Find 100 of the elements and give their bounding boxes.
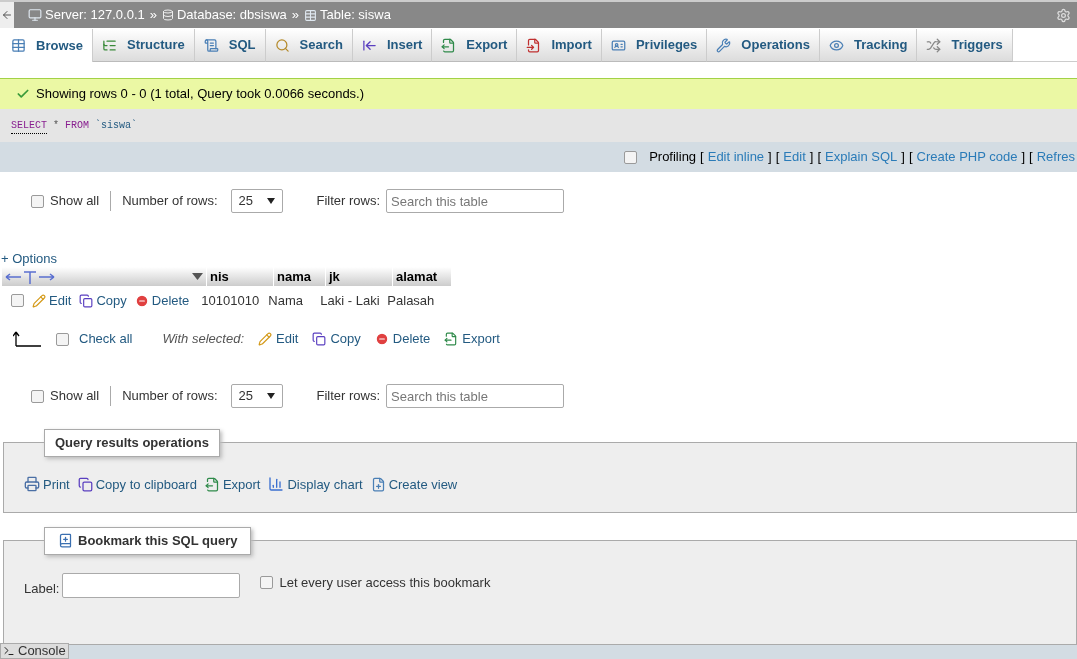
copy-icon xyxy=(312,332,327,346)
bulk-action-link[interactable]: Export xyxy=(444,329,500,349)
table-cell-text: Laki - Laki xyxy=(319,291,381,310)
checkbox[interactable] xyxy=(260,575,274,589)
checkbox[interactable] xyxy=(11,294,24,307)
row-action-link[interactable]: Edit xyxy=(32,290,72,311)
query-link[interactable]: Edit inline xyxy=(707,147,765,167)
server-icon xyxy=(28,8,42,22)
minus-circle-icon xyxy=(134,293,149,308)
table-icon xyxy=(11,38,26,53)
profiling-label: Profiling xyxy=(649,148,697,167)
column-header[interactable]: alamat xyxy=(393,267,451,286)
table-icon xyxy=(304,8,318,22)
bracket: ] xyxy=(809,148,814,167)
row-action-link[interactable]: Copy xyxy=(79,290,127,311)
bulk-action-link[interactable]: Edit xyxy=(258,329,299,349)
tab[interactable]: Operations xyxy=(707,29,820,62)
export-icon xyxy=(204,476,220,492)
operation-link[interactable]: Print xyxy=(24,474,70,494)
rows-select[interactable]: 25 xyxy=(230,189,283,213)
table-cell-text: 10101010 xyxy=(200,291,261,310)
tab[interactable]: Search xyxy=(265,29,353,62)
tab[interactable]: Import xyxy=(517,29,602,62)
status-message: Showing rows 0 - 0 (1 total, Query took 0.0066 seconds.) xyxy=(36,85,365,104)
filter-label: Filter rows: xyxy=(316,192,381,211)
back-button[interactable] xyxy=(0,2,14,28)
bulk-action-link[interactable]: Delete xyxy=(374,329,431,349)
query-link[interactable]: Explain SQL xyxy=(825,147,898,167)
checkbox-label: Show all xyxy=(50,387,100,406)
bracket: [ xyxy=(817,148,821,167)
column-header[interactable]: nis xyxy=(207,267,273,286)
wrench-icon xyxy=(716,37,732,53)
tab[interactable]: Tracking xyxy=(819,29,918,62)
checkbox[interactable] xyxy=(56,332,69,346)
filter-field[interactable]: Search this table xyxy=(386,189,565,213)
scroll-icon xyxy=(203,37,219,53)
shuffle-icon xyxy=(926,37,942,53)
breadcrumb-link[interactable]: Server: 127.0.0.1 xyxy=(45,5,145,25)
bracket: ] xyxy=(768,148,772,167)
sql-token: FROM xyxy=(65,119,90,133)
column-header[interactable]: nama xyxy=(274,267,325,286)
column-header[interactable]: jk xyxy=(326,267,392,286)
minus-circle-icon xyxy=(374,332,389,346)
operation-link[interactable]: Display chart xyxy=(268,474,363,494)
tab[interactable]: Insert xyxy=(352,29,433,62)
sql-token: * xyxy=(53,119,60,133)
checkbox[interactable] xyxy=(624,150,638,164)
tab[interactable]: Export xyxy=(432,29,518,62)
sort-caret-icon[interactable] xyxy=(192,273,203,280)
sql-token: SELECT xyxy=(11,117,47,134)
arrow-left-icon xyxy=(1,9,13,21)
tab[interactable]: Structure xyxy=(92,29,195,62)
section-header: Query results operations xyxy=(44,429,220,457)
book-icon xyxy=(58,533,73,549)
bracket: [ xyxy=(700,148,704,167)
search-icon xyxy=(274,37,290,53)
label-field[interactable] xyxy=(62,572,241,598)
checkbox[interactable] xyxy=(31,194,44,208)
export-icon xyxy=(444,332,459,346)
filter-field[interactable]: Search this table xyxy=(386,384,565,408)
export-icon xyxy=(441,37,457,53)
rows-label: Number of rows: xyxy=(122,387,218,406)
bracket: ] xyxy=(1021,148,1026,167)
tab[interactable]: Triggers xyxy=(917,29,1013,62)
section-title: Bookmark this SQL query xyxy=(78,532,238,550)
arrow-up-corner-icon xyxy=(13,331,41,347)
bracket: ] xyxy=(901,148,905,167)
table-cell-text: Palasah xyxy=(386,291,436,310)
bar-chart-icon xyxy=(268,476,285,493)
pencil-icon xyxy=(32,293,46,308)
operation-link[interactable]: Create view xyxy=(370,474,458,494)
pencil-icon xyxy=(258,332,272,346)
settings-icon[interactable] xyxy=(1056,7,1071,23)
import-icon xyxy=(526,37,542,53)
bracket: [ xyxy=(1029,148,1033,167)
bracket: [ xyxy=(775,148,780,167)
breadcrumb-separator: » xyxy=(149,6,157,25)
checkbox[interactable] xyxy=(31,389,44,403)
copy-icon xyxy=(77,476,93,492)
bulk-action-link[interactable]: Copy xyxy=(312,329,361,349)
row-action-link[interactable]: Delete xyxy=(134,290,190,311)
resize-arrows-icon[interactable] xyxy=(5,269,55,284)
breadcrumb-separator: » xyxy=(291,6,300,25)
filter-label: Filter rows: xyxy=(316,387,381,406)
checkbox-label: Let every user access this bookmark xyxy=(279,573,491,592)
database-icon xyxy=(161,9,174,21)
operation-link[interactable]: Export xyxy=(204,474,261,494)
breadcrumb-link[interactable]: Database: dbsiswa xyxy=(176,5,287,25)
check-all-label[interactable]: Check all xyxy=(79,329,133,349)
options-link[interactable]: + Options xyxy=(0,251,57,267)
breadcrumb-link[interactable]: Table: siswa xyxy=(320,5,391,25)
id-card-icon xyxy=(610,37,626,53)
console-button[interactable]: Console xyxy=(0,643,69,659)
tab[interactable]: Privileges xyxy=(601,29,708,62)
sql-token: `siswa` xyxy=(95,118,138,133)
checkbox-label: Show all xyxy=(50,192,100,211)
operation-link[interactable]: Copy to clipboard xyxy=(77,474,197,494)
tab[interactable]: SQL xyxy=(194,29,266,62)
rows-select[interactable]: 25 xyxy=(230,384,283,408)
dropdown-caret-icon xyxy=(266,198,275,204)
